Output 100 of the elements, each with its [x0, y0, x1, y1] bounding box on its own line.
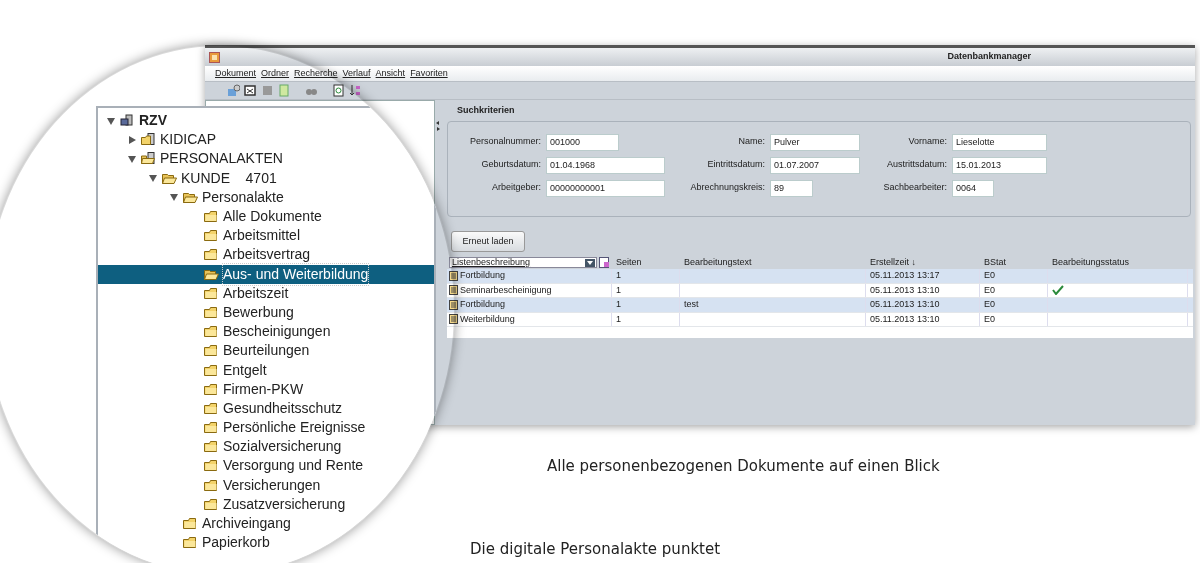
- input-field[interactable]: Pulver: [770, 133, 860, 151]
- sort-icon: [349, 84, 362, 97]
- folder-icon: [204, 478, 219, 492]
- field-label: Sachbearbeiter:: [882, 181, 948, 195]
- table-cell: 05.11.2013 13:10: [870, 283, 940, 297]
- input-field[interactable]: 15.01.2013: [952, 156, 1047, 174]
- folder-icon: [204, 344, 219, 358]
- folder-icon: [204, 440, 219, 454]
- tree-item[interactable]: KIDICAP: [98, 130, 216, 150]
- table-cell-text: 1: [616, 269, 621, 282]
- table-cell-text: 05.11.2013 13:10: [870, 298, 940, 311]
- caption: Alle personenbezogenen Dokumente auf einen Blick: [547, 456, 941, 477]
- tree-item[interactable]: Zusatzversicherung: [98, 494, 346, 514]
- folder-icon: [183, 536, 198, 550]
- tree-item[interactable]: Versicherungen: [98, 475, 321, 495]
- column-settings-icon[interactable]: [599, 257, 610, 268]
- caption: Die digitale Personalakte punktet: [470, 538, 722, 560]
- column-header[interactable]: Bearbeitungstext: [680, 255, 866, 270]
- tree-item[interactable]: Versorgung und Rente: [98, 456, 364, 476]
- menu-item[interactable]: Ordner: [261, 66, 290, 81]
- folder-icon: [183, 517, 198, 531]
- column-header[interactable]: Bearbeitungsstatus: [1048, 255, 1188, 270]
- computer-icon: [120, 114, 135, 128]
- input-field[interactable]: 01.07.2007: [770, 156, 860, 174]
- folder-icon: [204, 210, 219, 224]
- caret-icon: [585, 258, 595, 267]
- input-field[interactable]: 89: [770, 179, 813, 197]
- folder-icon: [141, 133, 156, 147]
- input-field[interactable]: 001000: [546, 133, 619, 151]
- menu-item[interactable]: Recherche: [294, 66, 338, 81]
- input-field[interactable]: 01.04.1968: [546, 156, 665, 174]
- column-header[interactable]: BStat: [980, 255, 1048, 270]
- table-row[interactable]: Weiterbildung 1 05.11.2013 13:10 E0: [447, 312, 1193, 327]
- tree-item[interactable]: Bescheinigungen: [98, 322, 331, 342]
- document-icon: [449, 314, 458, 325]
- field-label: Austrittsdatum:: [885, 158, 948, 172]
- tree-item[interactable]: Firmen-PKW: [98, 379, 304, 399]
- tree-item[interactable]: Aus- und Weiterbildung: [98, 264, 434, 284]
- field-label: Eintrittsdatum:: [706, 158, 766, 172]
- database-icon: [227, 84, 240, 97]
- table-cell: 1: [616, 312, 621, 326]
- table-cell-text: E0: [984, 298, 995, 311]
- folder-icon: [204, 421, 219, 435]
- tree-item[interactable]: Arbeitszeit: [98, 283, 289, 303]
- expand-toggle[interactable]: [127, 153, 137, 164]
- app-icon: [209, 51, 220, 63]
- table-cell-text: 05.11.2013 13:17: [870, 269, 940, 282]
- table-cell: 05.11.2013 13:10: [870, 312, 940, 326]
- open-folder-icon: [204, 267, 219, 281]
- splitter-arrows-icon[interactable]: [435, 120, 441, 132]
- input-field[interactable]: 00000000001: [546, 179, 665, 197]
- input-field[interactable]: 0064: [952, 179, 994, 197]
- table-row[interactable]: Fortbildung 1 05.11.2013 13:17 E0: [447, 269, 1193, 284]
- open-folder-icon: [183, 190, 198, 204]
- tree-item[interactable]: KUNDE 4701: [98, 168, 277, 188]
- tree-item[interactable]: Entgelt: [98, 360, 267, 380]
- menu-item[interactable]: Ansicht: [375, 66, 406, 81]
- input-field[interactable]: Lieselotte: [952, 133, 1047, 151]
- window-icon: [244, 84, 257, 97]
- folder-icon: [204, 229, 219, 243]
- tree-item[interactable]: Archiveingang: [98, 513, 291, 534]
- table-row[interactable]: Fortbildung 1 test 05.11.2013 13:10 E0: [447, 298, 1193, 313]
- expand-toggle[interactable]: [169, 192, 179, 203]
- tree-item[interactable]: Papierkorb: [98, 533, 270, 553]
- document-icon: [449, 270, 458, 281]
- table-cell: E0: [984, 283, 995, 297]
- column-selector[interactable]: Listenbeschreibung: [449, 257, 597, 268]
- tree-item[interactable]: RZV: [98, 111, 167, 131]
- column-header[interactable]: Seiten: [612, 255, 680, 270]
- window-title: Datenbankmanager: [947, 50, 1031, 64]
- field-label: Name:: [737, 135, 766, 149]
- menu-item[interactable]: Verlauf: [342, 66, 371, 81]
- refresh-icon: [332, 84, 345, 97]
- tree-item[interactable]: Personalakte: [98, 187, 284, 207]
- folder-icon: [204, 325, 219, 339]
- tree-item[interactable]: Arbeitsmittel: [98, 226, 301, 246]
- reload-button[interactable]: Erneut laden: [451, 230, 525, 252]
- tree-item[interactable]: PERSONALAKTEN: [98, 149, 283, 169]
- document-icon: [449, 285, 458, 296]
- column-header[interactable]: Erstellzeit ↓: [866, 255, 980, 270]
- expand-toggle[interactable]: [127, 134, 137, 145]
- expand-toggle[interactable]: [148, 173, 158, 184]
- toolbar-button[interactable]: [244, 84, 257, 97]
- folder-icon: [204, 497, 219, 511]
- document-icon: [449, 299, 458, 310]
- tree-item[interactable]: Sozialversicherung: [98, 437, 342, 457]
- open-folder-icon: [141, 152, 156, 166]
- tree-item[interactable]: Beurteilungen: [98, 341, 310, 361]
- tree-item[interactable]: Gesundheitsschutz: [98, 398, 343, 418]
- toolbar-button[interactable]: [332, 84, 345, 97]
- folder-icon: [204, 286, 219, 300]
- table-cell: Seminarbescheinigung: [460, 283, 552, 297]
- tree-item[interactable]: Alle Dokumente: [98, 206, 322, 227]
- expand-toggle[interactable]: [106, 115, 116, 126]
- toolbar-button[interactable]: [349, 84, 362, 97]
- tree-item[interactable]: Arbeitsvertrag: [98, 245, 311, 265]
- menu-item[interactable]: Favoriten: [410, 66, 448, 81]
- tree-item[interactable]: Bewerbung: [98, 302, 294, 323]
- tree-item[interactable]: Persönliche Ereignisse: [98, 418, 366, 438]
- menu-item[interactable]: Dokument: [215, 66, 257, 81]
